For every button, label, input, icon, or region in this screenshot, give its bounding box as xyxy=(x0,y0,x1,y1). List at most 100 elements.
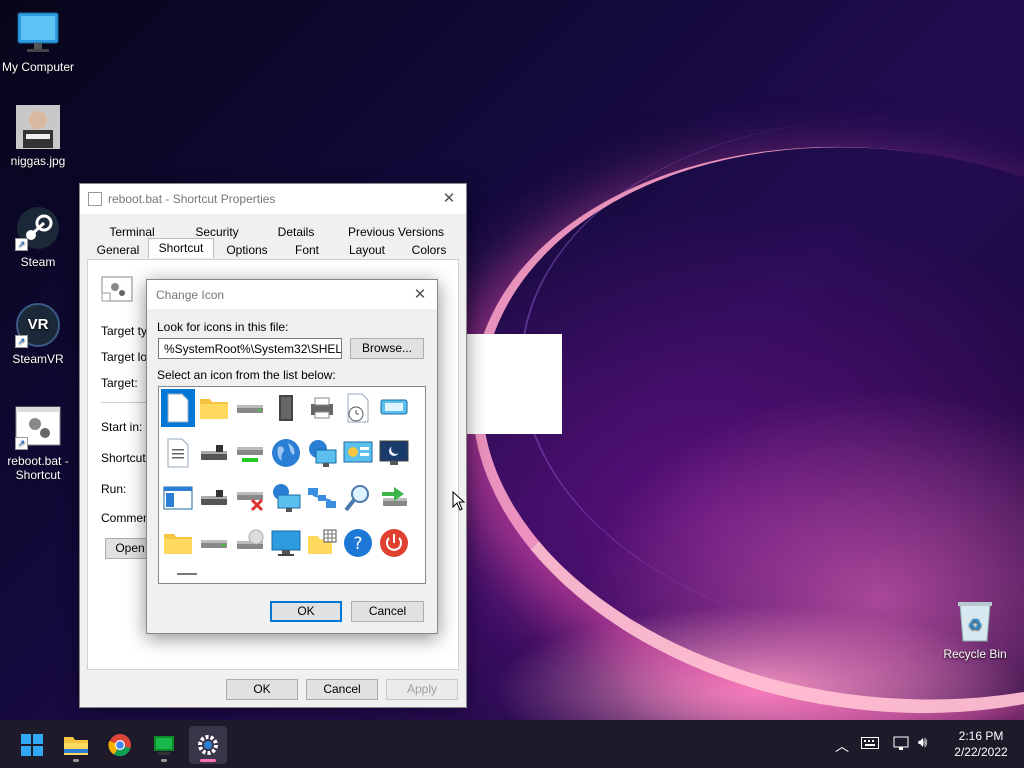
keyboard-icon[interactable] xyxy=(861,737,879,752)
tab-previous-versions[interactable]: Previous Versions xyxy=(334,223,458,241)
chevron-up-icon[interactable]: ︿ xyxy=(835,736,849,756)
box-icon[interactable] xyxy=(413,479,425,517)
windows-logo-icon xyxy=(21,734,43,756)
steamvr-badge: VR xyxy=(27,316,49,333)
photo-thumbnail-icon xyxy=(15,104,61,150)
icon-list[interactable]: ? xyxy=(158,386,426,584)
tab-general[interactable]: General xyxy=(88,241,148,259)
close-icon[interactable]: ✕ xyxy=(411,286,429,304)
globe-icon[interactable] xyxy=(269,434,303,472)
tab-shortcut[interactable]: Shortcut xyxy=(148,238,214,258)
control-panel-icon[interactable] xyxy=(341,434,375,472)
icon-file-path-input[interactable]: %SystemRoot%\System32\SHELL32 xyxy=(158,338,342,359)
shortcut-icon[interactable] xyxy=(413,389,425,427)
help-icon[interactable]: ? xyxy=(341,524,375,562)
floppy-drive-icon[interactable] xyxy=(197,479,231,517)
batch-file-icon: ↗ xyxy=(15,404,61,450)
blank-white-window-fragment xyxy=(466,334,562,434)
tab-details[interactable]: Details xyxy=(258,223,334,241)
desktop-icon-label: niggas.jpg xyxy=(10,154,66,168)
mouse-cursor xyxy=(452,490,466,514)
properties-cancel-button[interactable]: Cancel xyxy=(306,679,378,700)
monitor-icon xyxy=(15,10,61,56)
properties-ok-button[interactable]: OK xyxy=(226,679,298,700)
tab-colors[interactable]: Colors xyxy=(400,241,458,259)
clock-time: 2:16 PM xyxy=(958,729,1004,743)
desktop-icon-label: My Computer xyxy=(1,60,75,74)
blank-document-icon[interactable] xyxy=(161,389,195,427)
change-icon-cancel-button[interactable]: Cancel xyxy=(351,601,424,622)
browse-button[interactable]: Browse... xyxy=(350,338,424,359)
document-clock-icon[interactable] xyxy=(341,389,375,427)
tab-options[interactable]: Options xyxy=(214,241,280,259)
sleep-monitor-icon[interactable] xyxy=(377,434,411,472)
taskbar-settings[interactable] xyxy=(189,726,227,764)
search-icon[interactable] xyxy=(341,479,375,517)
recycle-bin-icon: ♻ xyxy=(952,597,998,643)
window-app-icon xyxy=(88,192,102,206)
start-button[interactable] xyxy=(13,726,51,764)
tab-font[interactable]: Font xyxy=(280,241,334,259)
desktop-icon-label: Recycle Bin xyxy=(943,647,1007,661)
field-label-run: Run: xyxy=(101,482,127,496)
chip-icon[interactable] xyxy=(269,389,303,427)
desktop-icon-steamvr[interactable]: VR ↗ SteamVR xyxy=(0,302,76,366)
arrow-drive-icon[interactable] xyxy=(377,479,411,517)
desktop-icon-my-computer[interactable]: My Computer xyxy=(0,10,76,74)
window-icon[interactable] xyxy=(161,479,195,517)
drive-error-icon[interactable] xyxy=(233,479,267,517)
change-icon-ok-button[interactable]: OK xyxy=(270,601,342,622)
volume-icon[interactable]: 🔊︎ xyxy=(918,734,927,751)
steamvr-icon: VR ↗ xyxy=(15,302,61,348)
globe-computer-icon[interactable] xyxy=(269,479,303,517)
network-drive-icon[interactable] xyxy=(377,389,411,427)
tab-layout[interactable]: Layout xyxy=(334,241,400,259)
chrome-icon xyxy=(108,734,131,757)
properties-apply-button[interactable]: Apply xyxy=(386,679,458,700)
divider xyxy=(101,402,151,403)
svg-text:?: ? xyxy=(353,534,362,554)
taskbar-chrome[interactable] xyxy=(101,726,139,764)
partial-icon[interactable] xyxy=(413,524,425,562)
power-icon[interactable] xyxy=(377,524,411,562)
taskbar-terminal[interactable] xyxy=(145,726,183,764)
desktop-icon-recycle-bin[interactable]: ♻ Recycle Bin xyxy=(936,597,1014,661)
desktop-icon-label: SteamVR xyxy=(12,352,64,366)
folder-icon[interactable] xyxy=(161,524,195,562)
drive-icon[interactable] xyxy=(197,524,231,562)
look-for-icons-label: Look for icons in this file: xyxy=(157,320,289,334)
desktop-icon-steam[interactable]: ↗ Steam xyxy=(0,205,76,269)
change-icon-titlebar[interactable]: Change Icon ✕ xyxy=(147,280,437,309)
close-icon[interactable]: ✕ xyxy=(440,190,458,208)
network-icon[interactable] xyxy=(893,735,911,754)
drive-icon[interactable] xyxy=(233,389,267,427)
clock[interactable]: 2:16 PM 2/22/2022 xyxy=(946,728,1016,760)
network-icon[interactable] xyxy=(305,479,339,517)
field-label-target: Target: xyxy=(101,376,138,390)
floppy-drive-icon[interactable] xyxy=(197,434,231,472)
network-computer-icon[interactable] xyxy=(305,434,339,472)
network-drive-green-icon[interactable] xyxy=(233,434,267,472)
running-indicator xyxy=(161,759,167,762)
desktop-icon-reboot-shortcut[interactable]: ↗ reboot.bat - Shortcut xyxy=(0,404,76,482)
taskbar-file-explorer[interactable] xyxy=(57,726,95,764)
scroll-indicator[interactable] xyxy=(177,573,197,575)
shortcut-icon[interactable] xyxy=(413,434,425,472)
printer-icon[interactable] xyxy=(305,389,339,427)
folder-grid-icon[interactable] xyxy=(305,524,339,562)
text-document-icon[interactable] xyxy=(161,434,195,472)
running-indicator xyxy=(73,759,79,762)
properties-titlebar[interactable]: reboot.bat - Shortcut Properties ✕ xyxy=(80,184,466,214)
taskbar: ︿ 🔊︎ 2:16 PM 2/22/2022 xyxy=(0,720,1024,768)
folder-icon[interactable] xyxy=(197,389,231,427)
cd-drive-icon[interactable] xyxy=(233,524,267,562)
desktop-icon-image-file[interactable]: niggas.jpg xyxy=(0,104,76,168)
folder-icon xyxy=(64,737,88,755)
monitor-icon[interactable] xyxy=(269,524,303,562)
field-label-start-in: Start in: xyxy=(101,420,143,434)
terminal-icon xyxy=(154,736,174,755)
shortcut-arrow-icon: ↗ xyxy=(15,335,28,348)
shortcut-arrow-icon: ↗ xyxy=(15,238,28,251)
active-indicator xyxy=(200,759,216,762)
dialog-title: Change Icon xyxy=(156,287,225,302)
